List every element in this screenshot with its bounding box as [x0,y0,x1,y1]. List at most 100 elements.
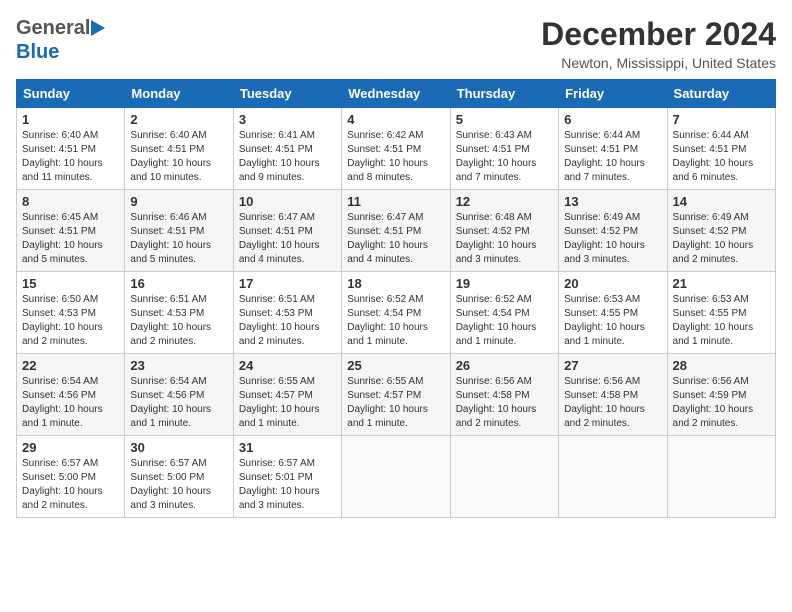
cell-info: Sunrise: 6:46 AM Sunset: 4:51 PM Dayligh… [130,211,227,267]
calendar-week-2: 8 Sunrise: 6:45 AM Sunset: 4:51 PM Daylig… [17,190,776,272]
logo-arrow-icon [91,18,107,38]
day-number: 30 [130,440,227,455]
calendar-cell: 25 Sunrise: 6:55 AM Sunset: 4:57 PM Dayli… [342,354,450,436]
cell-info: Sunrise: 6:51 AM Sunset: 4:53 PM Dayligh… [130,293,227,349]
calendar-cell: 5 Sunrise: 6:43 AM Sunset: 4:51 PM Daylig… [450,108,558,190]
header-cell-wednesday: Wednesday [342,80,450,108]
day-number: 14 [673,194,770,209]
calendar-cell [667,436,775,518]
day-number: 3 [239,112,336,127]
title-block: December 2024 Newton, Mississippi, Unite… [541,16,776,71]
day-number: 24 [239,358,336,373]
cell-info: Sunrise: 6:55 AM Sunset: 4:57 PM Dayligh… [347,375,444,431]
cell-info: Sunrise: 6:50 AM Sunset: 4:53 PM Dayligh… [22,293,119,349]
day-number: 5 [456,112,553,127]
day-number: 31 [239,440,336,455]
cell-info: Sunrise: 6:45 AM Sunset: 4:51 PM Dayligh… [22,211,119,267]
calendar-week-4: 22Sunrise: 6:54 AM Sunset: 4:56 PM Dayli… [17,354,776,436]
calendar-cell: 29 Sunrise: 6:57 AM Sunset: 5:00 PM Dayli… [17,436,125,518]
calendar-cell: 12 Sunrise: 6:48 AM Sunset: 4:52 PM Dayli… [450,190,558,272]
cell-info: Sunrise: 6:42 AM Sunset: 4:51 PM Dayligh… [347,129,444,185]
calendar-cell: 2 Sunrise: 6:40 AM Sunset: 4:51 PM Daylig… [125,108,233,190]
calendar-cell: 9 Sunrise: 6:46 AM Sunset: 4:51 PM Daylig… [125,190,233,272]
day-number: 19 [456,276,553,291]
header-cell-friday: Friday [559,80,667,108]
calendar-cell: 21Sunrise: 6:53 AM Sunset: 4:55 PM Dayli… [667,272,775,354]
calendar-cell: 18Sunrise: 6:52 AM Sunset: 4:54 PM Dayli… [342,272,450,354]
header-cell-monday: Monday [125,80,233,108]
day-number: 11 [347,194,444,209]
calendar-cell [342,436,450,518]
day-number: 16 [130,276,227,291]
day-number: 25 [347,358,444,373]
calendar-cell: 30 Sunrise: 6:57 AM Sunset: 5:00 PM Dayli… [125,436,233,518]
day-number: 6 [564,112,661,127]
cell-info: Sunrise: 6:56 AM Sunset: 4:58 PM Dayligh… [564,375,661,431]
header-cell-saturday: Saturday [667,80,775,108]
calendar-body: 1 Sunrise: 6:40 AM Sunset: 4:51 PM Daylig… [17,108,776,518]
calendar-cell: 31 Sunrise: 6:57 AM Sunset: 5:01 PM Dayli… [233,436,341,518]
cell-info: Sunrise: 6:57 AM Sunset: 5:00 PM Dayligh… [130,457,227,513]
day-number: 4 [347,112,444,127]
logo-general-text: General [16,16,90,40]
calendar-cell: 6 Sunrise: 6:44 AM Sunset: 4:51 PM Daylig… [559,108,667,190]
calendar-cell: 17Sunrise: 6:51 AM Sunset: 4:53 PM Dayli… [233,272,341,354]
page-header: General Blue December 2024 Newton, Missi… [16,16,776,71]
cell-info: Sunrise: 6:44 AM Sunset: 4:51 PM Dayligh… [673,129,770,185]
cell-info: Sunrise: 6:57 AM Sunset: 5:00 PM Dayligh… [22,457,119,513]
cell-info: Sunrise: 6:40 AM Sunset: 4:51 PM Dayligh… [130,129,227,185]
day-number: 18 [347,276,444,291]
cell-info: Sunrise: 6:40 AM Sunset: 4:51 PM Dayligh… [22,129,119,185]
cell-info: Sunrise: 6:44 AM Sunset: 4:51 PM Dayligh… [564,129,661,185]
cell-info: Sunrise: 6:57 AM Sunset: 5:01 PM Dayligh… [239,457,336,513]
day-number: 27 [564,358,661,373]
calendar-week-5: 29 Sunrise: 6:57 AM Sunset: 5:00 PM Dayli… [17,436,776,518]
calendar-cell: 8 Sunrise: 6:45 AM Sunset: 4:51 PM Daylig… [17,190,125,272]
cell-info: Sunrise: 6:49 AM Sunset: 4:52 PM Dayligh… [673,211,770,267]
calendar-cell: 15 Sunrise: 6:50 AM Sunset: 4:53 PM Dayli… [17,272,125,354]
cell-info: Sunrise: 6:56 AM Sunset: 4:58 PM Dayligh… [456,375,553,431]
day-number: 23 [130,358,227,373]
cell-info: Sunrise: 6:54 AM Sunset: 4:56 PM Dayligh… [130,375,227,431]
logo-blue-text: Blue [16,40,107,64]
cell-info: Sunrise: 6:49 AM Sunset: 4:52 PM Dayligh… [564,211,661,267]
cell-info: Sunrise: 6:54 AM Sunset: 4:56 PM Dayligh… [22,375,119,431]
header-cell-tuesday: Tuesday [233,80,341,108]
calendar-cell: 10Sunrise: 6:47 AM Sunset: 4:51 PM Dayli… [233,190,341,272]
cell-info: Sunrise: 6:41 AM Sunset: 4:51 PM Dayligh… [239,129,336,185]
day-number: 12 [456,194,553,209]
day-number: 29 [22,440,119,455]
calendar-cell: 11 Sunrise: 6:47 AM Sunset: 4:51 PM Dayli… [342,190,450,272]
day-number: 1 [22,112,119,127]
calendar-cell: 14 Sunrise: 6:49 AM Sunset: 4:52 PM Dayli… [667,190,775,272]
cell-info: Sunrise: 6:52 AM Sunset: 4:54 PM Dayligh… [456,293,553,349]
calendar-cell: 3 Sunrise: 6:41 AM Sunset: 4:51 PM Daylig… [233,108,341,190]
calendar-cell: 23 Sunrise: 6:54 AM Sunset: 4:56 PM Dayli… [125,354,233,436]
day-number: 21 [673,276,770,291]
calendar-cell: 22Sunrise: 6:54 AM Sunset: 4:56 PM Dayli… [17,354,125,436]
calendar-cell: 20Sunrise: 6:53 AM Sunset: 4:55 PM Dayli… [559,272,667,354]
day-number: 8 [22,194,119,209]
calendar-header: SundayMondayTuesdayWednesdayThursdayFrid… [17,80,776,108]
calendar-week-3: 15 Sunrise: 6:50 AM Sunset: 4:53 PM Dayli… [17,272,776,354]
calendar-cell: 4 Sunrise: 6:42 AM Sunset: 4:51 PM Daylig… [342,108,450,190]
calendar-cell: 28Sunrise: 6:56 AM Sunset: 4:59 PM Dayli… [667,354,775,436]
cell-info: Sunrise: 6:48 AM Sunset: 4:52 PM Dayligh… [456,211,553,267]
subtitle: Newton, Mississippi, United States [541,55,776,71]
calendar-cell [559,436,667,518]
day-number: 2 [130,112,227,127]
main-title: December 2024 [541,16,776,53]
day-number: 13 [564,194,661,209]
calendar-cell: 26 Sunrise: 6:56 AM Sunset: 4:58 PM Dayli… [450,354,558,436]
cell-info: Sunrise: 6:53 AM Sunset: 4:55 PM Dayligh… [564,293,661,349]
cell-info: Sunrise: 6:43 AM Sunset: 4:51 PM Dayligh… [456,129,553,185]
cell-info: Sunrise: 6:47 AM Sunset: 4:51 PM Dayligh… [347,211,444,267]
day-number: 15 [22,276,119,291]
calendar-cell: 7Sunrise: 6:44 AM Sunset: 4:51 PM Daylig… [667,108,775,190]
header-cell-sunday: Sunday [17,80,125,108]
calendar-week-1: 1 Sunrise: 6:40 AM Sunset: 4:51 PM Daylig… [17,108,776,190]
calendar-cell [450,436,558,518]
day-number: 9 [130,194,227,209]
header-cell-thursday: Thursday [450,80,558,108]
day-number: 26 [456,358,553,373]
